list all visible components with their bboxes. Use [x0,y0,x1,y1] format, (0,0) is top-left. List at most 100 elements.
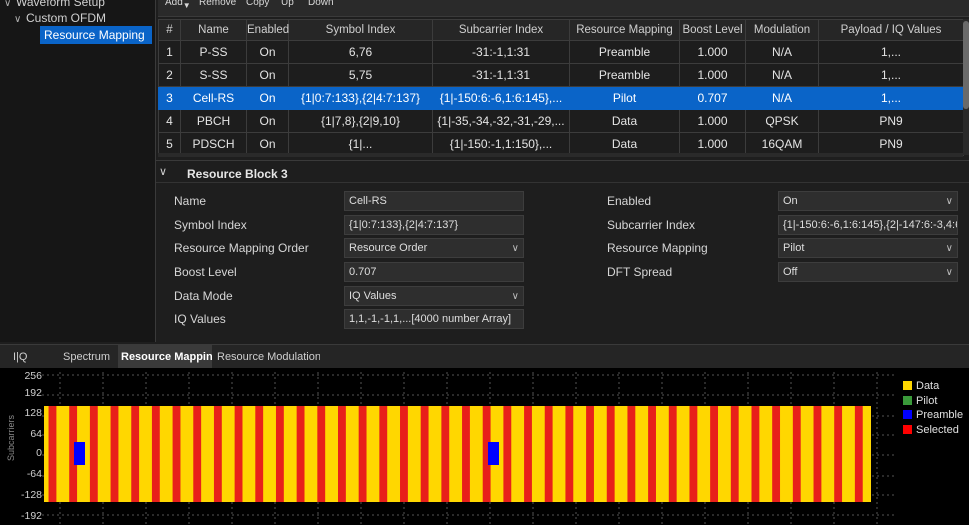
tree-node-waveform-setup[interactable]: ∨ Waveform Setup [4,0,105,9]
column-header[interactable]: Boost Level [679,19,746,41]
selected-stripe [151,406,160,502]
down-button[interactable]: Down [308,0,334,8]
resource-block-details: ∨ Resource Block 3 Name Cell-RS Symbol I… [156,160,969,342]
table-cell: 1.000 [679,109,746,133]
chevron-down-icon: ∨ [511,291,519,302]
iq-values-field[interactable]: 1,1,-1,-1,1,...[4000 number Array] [344,309,524,329]
chevron-down-icon: ∨ [511,243,519,254]
table-cell: -31:-1,1:31 [432,63,570,87]
table-cell: 5,75 [288,63,433,87]
table-row[interactable]: 2 S-SS On 5,75 -31:-1,1:31 Preamble 1.000 N/A 1,… [158,63,964,87]
resource-mapping-plot [0,368,969,525]
table-cell: 1.000 [679,63,746,87]
selected-stripe [606,406,615,502]
dft-spread-select[interactable]: Off ∨ [778,262,958,282]
table-row-selected[interactable]: 3 Cell-RS On {1|0:7:133},{2|4:7:137} {1|-150… [158,86,964,110]
tab-resource-mapping[interactable]: Resource Mapping [118,345,212,369]
chevron-down-icon: ∨ [945,196,953,207]
legend-swatch [903,425,912,434]
column-header[interactable]: Symbol Index [288,19,433,41]
selected-stripe [462,406,470,502]
resource-mapping-label: Resource Mapping [607,241,708,255]
enabled-select[interactable]: On ∨ [778,191,958,211]
table-vertical-scrollbar[interactable] [963,19,969,155]
add-button[interactable]: Add▼ [165,0,191,10]
boost-level-label: Boost Level [174,265,237,279]
table-cell: QPSK [745,109,819,133]
iq-values-label: IQ Values [174,312,226,326]
table-cell: -31:-1,1:31 [432,40,570,64]
view-tabs: I|Q Spectrum Resource Mapping Resource M… [0,344,969,369]
column-header[interactable]: Payload / IQ Values [818,19,964,41]
tab-iq[interactable]: I|Q [10,345,44,369]
resource-mapping-select[interactable]: Pilot ∨ [778,238,958,258]
tab-spectrum[interactable]: Spectrum [60,345,116,369]
selected-stripe [772,406,781,502]
y-tick-label: 192 [24,387,42,399]
selected-stripe [751,406,760,502]
data-region [44,406,871,502]
selected-stripe [834,406,843,502]
select-value: Pilot [783,242,805,254]
table-cell: S-SS [180,63,247,87]
selected-stripe [379,406,388,502]
boost-level-field[interactable]: 0.707 [344,262,524,282]
scrollbar-thumb[interactable] [963,21,969,109]
column-header[interactable]: Enabled [246,19,289,41]
plot-legend: Data Pilot Preamble Selected [896,372,969,525]
column-header[interactable]: Subcarrier Index [432,19,570,41]
table-row[interactable]: 4 PBCH On {1|7,8},{2|9,10} {1|-35,-34,-32,-3… [158,109,964,133]
table-cell: 1,... [818,63,964,87]
table-cell: Preamble [569,63,680,87]
table-header-row: # Name Enabled Symbol Index Subcarrier I… [158,19,964,41]
table-horizontal-scrollbar[interactable] [158,153,963,157]
remove-button[interactable]: Remove [199,0,236,8]
column-header[interactable]: Resource Mapping [569,19,680,41]
selected-stripe [337,406,346,502]
column-header[interactable]: Name [180,19,247,41]
selected-stripe [48,406,57,502]
resource-mapping-order-select[interactable]: Resource Order ∨ [344,238,524,258]
tree-node-resource-mapping[interactable]: Resource Mapping [40,26,152,44]
table-cell: 1,... [818,40,964,64]
selected-stripe [854,406,863,502]
subcarrier-index-field[interactable]: {1|-150:6:-6,1:6:145},{2|-147:6:-3,4:6: [778,215,958,235]
preamble-marker [488,442,499,465]
select-value: On [783,195,798,207]
data-mode-select[interactable]: IQ Values ∨ [344,286,524,306]
selected-stripe [441,406,450,502]
table-row[interactable]: 1 P-SS On 6,76 -31:-1,1:31 Preamble 1.000 N/A 1,… [158,40,964,64]
details-header[interactable]: ∨ Resource Block 3 [156,161,969,183]
tree-node-label: Waveform Setup [16,0,105,9]
tab-resource-modulation[interactable]: Resource Modulation [214,345,320,369]
enabled-label: Enabled [607,194,652,208]
symbol-index-field[interactable]: {1|0:7:133},{2|4:7:137} [344,215,524,235]
y-axis-title: Subcarriers [6,414,17,462]
table-cell: 1 [158,40,181,64]
column-header[interactable]: Modulation [745,19,819,41]
selected-stripe [813,406,822,502]
column-header[interactable]: # [158,19,181,41]
table-cell: PBCH [180,109,247,133]
selected-stripe [255,406,264,502]
tree-node-label: Resource Mapping [44,28,145,42]
selected-stripe [730,406,739,502]
selected-stripe [110,406,119,502]
name-field[interactable]: Cell-RS [344,191,524,211]
table-cell: P-SS [180,40,247,64]
subcarrier-index-label: Subcarrier Index [607,218,696,232]
selected-stripe [131,406,140,502]
selected-stripe [792,406,801,502]
y-tick-label: -128 [20,489,42,501]
selected-stripe [193,406,202,502]
table-cell: On [246,63,289,87]
symbol-index-label: Symbol Index [174,218,247,232]
select-value: IQ Values [349,290,397,302]
table-cell: N/A [745,40,819,64]
copy-button[interactable]: Copy [246,0,269,8]
table-cell: 3 [158,86,181,110]
tree-node-custom-ofdm[interactable]: ∨ Custom OFDM [14,11,106,25]
selected-stripe [358,406,367,502]
y-tick-label: -192 [20,510,42,522]
up-button[interactable]: Up [281,0,294,8]
